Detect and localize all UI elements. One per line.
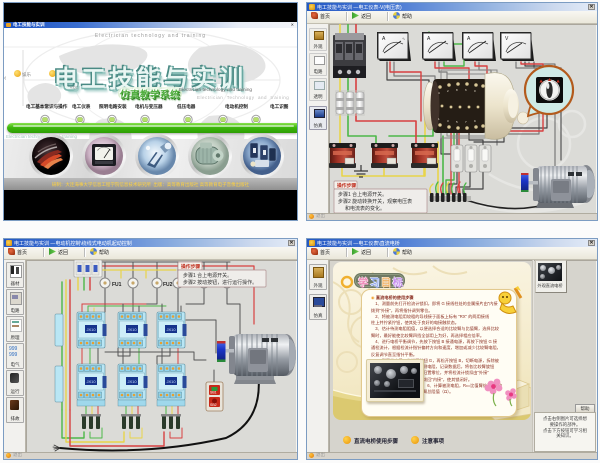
svg-text:操作步骤: 操作步骤 bbox=[181, 263, 200, 270]
svg-text:步骤1 合上电源开关。: 步骤1 合上电源开关。 bbox=[183, 272, 232, 279]
svg-text:步骤2 按动按钮，进行运行操作。: 步骤2 按动按钮，进行运行操作。 bbox=[183, 279, 257, 286]
svg-text:∿: ∿ bbox=[402, 36, 405, 41]
svg-text:FU2: FU2 bbox=[163, 282, 173, 288]
svg-text:步骤1 合上电源开关。: 步骤1 合上电源开关。 bbox=[338, 191, 387, 198]
svg-text:步骤2 旋动转换开关，观察电压表: 步骤2 旋动转换开关，观察电压表 bbox=[338, 198, 412, 205]
svg-text:SB2: SB2 bbox=[210, 403, 217, 407]
svg-text:FU1: FU1 bbox=[112, 282, 122, 288]
svg-text:和电流表的变化。: 和电流表的变化。 bbox=[345, 205, 385, 212]
svg-text:操作步骤: 操作步骤 bbox=[337, 182, 356, 189]
svg-text:SB1: SB1 bbox=[210, 391, 217, 395]
